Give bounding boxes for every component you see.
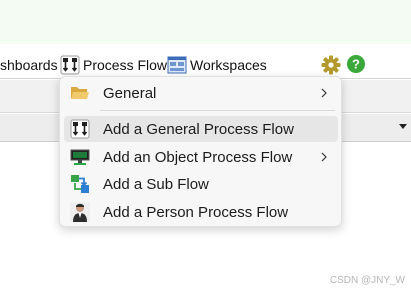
menu-item-label: Add a General Process Flow	[103, 120, 294, 138]
top-banner	[0, 0, 411, 44]
menu-item-add-general-process-flow[interactable]: Add a General Process Flow	[64, 116, 338, 142]
object-monitor-icon	[70, 149, 90, 165]
sub-flow-icon	[71, 175, 89, 193]
process-flow-icon	[70, 119, 90, 139]
person-icon	[70, 202, 90, 222]
menu-item-label: Add a Sub Flow	[103, 175, 209, 193]
menu-separator	[100, 110, 335, 111]
process-flow-dropdown: General Add a General Process Flow Add a…	[59, 76, 342, 227]
gear-icon[interactable]	[321, 55, 341, 75]
workspaces-icon	[167, 56, 187, 74]
menu-item-label: Add an Object Process Flow	[103, 148, 293, 166]
process-flow-label: Process Flow	[83, 57, 168, 73]
toolbar: shboards Process Flow Workspaces ?	[0, 51, 411, 79]
dropdown-arrow-icon[interactable]	[398, 121, 408, 131]
workspaces-label: Workspaces	[190, 57, 267, 73]
watermark: CSDN @JNY_W	[329, 275, 405, 286]
menu-item-add-person-process-flow[interactable]: Add a Person Process Flow	[64, 199, 338, 225]
help-icon[interactable]: ?	[346, 54, 366, 74]
app-window: shboards Process Flow Workspaces ? Gener…	[0, 0, 411, 293]
folder-open-icon	[71, 87, 89, 99]
menu-item-add-sub-flow[interactable]: Add a Sub Flow	[64, 171, 338, 197]
menu-item-add-object-process-flow[interactable]: Add an Object Process Flow	[64, 144, 338, 170]
process-flow-icon	[60, 55, 80, 75]
chevron-right-icon	[321, 88, 327, 98]
process-flow-menu[interactable]: Process Flow	[60, 51, 167, 79]
menu-item-label: General	[103, 84, 157, 102]
menu-item-general[interactable]: General	[64, 80, 338, 106]
svg-text:?: ?	[352, 57, 360, 72]
dashboards-menu[interactable]: shboards	[0, 51, 58, 79]
workspaces-menu[interactable]: Workspaces	[167, 51, 267, 79]
dashboards-label: shboards	[0, 57, 58, 73]
chevron-right-icon	[321, 152, 327, 162]
menu-item-label: Add a Person Process Flow	[103, 203, 289, 221]
